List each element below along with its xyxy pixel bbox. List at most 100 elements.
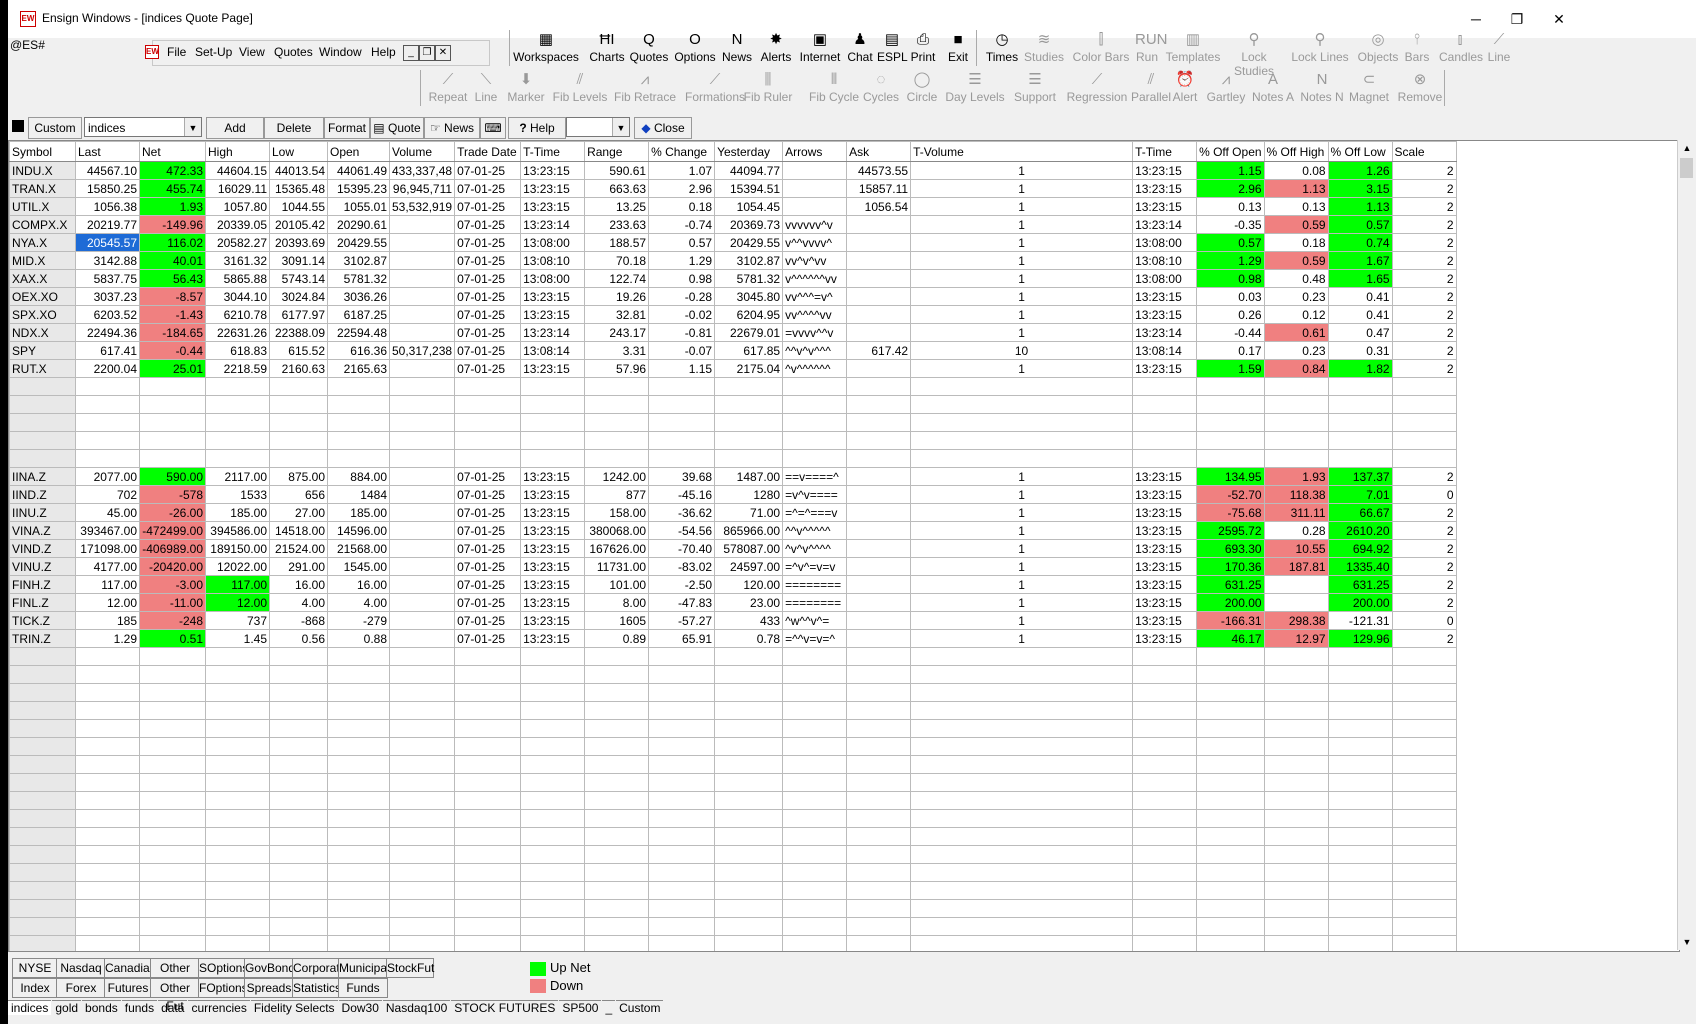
sheet-tab-currencies[interactable]: currencies	[188, 1000, 250, 1015]
table-cell[interactable]	[75, 773, 140, 792]
page-select[interactable]: indices ▼	[84, 117, 202, 137]
table-cell[interactable]	[1132, 827, 1198, 846]
table-row[interactable]	[9, 665, 1457, 684]
table-cell[interactable]: -279	[327, 611, 390, 630]
table-cell[interactable]	[1132, 449, 1198, 468]
symbol-cell[interactable]	[9, 431, 76, 450]
table-cell[interactable]	[520, 791, 586, 810]
table-cell[interactable]	[269, 449, 328, 468]
table-cell[interactable]: 12.00	[205, 593, 270, 612]
table-cell[interactable]	[1132, 665, 1198, 684]
table-cell[interactable]: 2	[1391, 359, 1457, 378]
table-cell[interactable]	[910, 665, 1134, 684]
table-row[interactable]: IIND.Z 702 -578 1533 656 1484 07-01-25 13:23:15…	[9, 485, 1457, 504]
table-cell[interactable]: 13:08:10	[520, 251, 586, 270]
table-cell[interactable]: 2	[1391, 521, 1457, 540]
table-row[interactable]	[9, 899, 1457, 918]
table-cell[interactable]	[139, 431, 206, 450]
table-cell[interactable]: 137.37	[1327, 467, 1393, 486]
table-cell[interactable]	[1196, 917, 1265, 936]
table-cell[interactable]	[75, 863, 140, 882]
table-cell[interactable]	[1132, 647, 1198, 666]
draw-fib-cycle-button[interactable]: ⫴ Fib Cycle	[806, 70, 862, 104]
table-cell[interactable]: 14596.00	[327, 521, 390, 540]
tab-spreads[interactable]: Spreads	[244, 978, 294, 998]
table-cell[interactable]: 32.81	[584, 305, 650, 324]
table-cell[interactable]: 694.92	[1327, 539, 1393, 558]
table-cell[interactable]: 875.00	[269, 467, 328, 486]
table-row[interactable]	[9, 449, 1457, 468]
table-cell[interactable]	[139, 809, 206, 828]
delete-row-button[interactable]: Delete Row	[264, 117, 324, 155]
table-cell[interactable]: -166.31	[1196, 611, 1265, 630]
mdi-restore-icon[interactable]: ❐	[419, 45, 435, 61]
tab-canadian[interactable]: Canadian	[104, 958, 156, 978]
table-row[interactable]: FINH.Z 117.00 -3.00 117.00 16.00 16.00 07-01-2…	[9, 575, 1457, 594]
table-cell[interactable]	[846, 665, 912, 684]
table-cell[interactable]	[1263, 845, 1329, 864]
table-cell[interactable]: 0.13	[1263, 197, 1329, 216]
symbol-cell[interactable]: NYA.X	[9, 233, 76, 252]
table-cell[interactable]	[388, 791, 456, 810]
table-cell[interactable]	[388, 359, 456, 378]
table-cell[interactable]: 2	[1391, 557, 1457, 576]
table-cell[interactable]	[846, 899, 912, 918]
table-cell[interactable]	[584, 881, 650, 900]
table-cell[interactable]	[454, 665, 522, 684]
table-cell[interactable]: 1	[910, 521, 1134, 540]
table-row[interactable]: TICK.Z 185 -248 737 -868 -279 07-01-25 13:23:15…	[9, 611, 1457, 630]
table-cell[interactable]: 46.17	[1196, 629, 1265, 648]
table-cell[interactable]	[388, 899, 456, 918]
table-cell[interactable]: 101.00	[584, 575, 650, 594]
table-cell[interactable]: 15850.25	[75, 179, 140, 198]
table-cell[interactable]: 1	[910, 539, 1134, 558]
table-cell[interactable]	[1263, 701, 1329, 720]
draw-notes-a-button[interactable]: A Notes A	[1250, 70, 1296, 104]
table-cell[interactable]: 1280	[714, 485, 784, 504]
menu-setup[interactable]: Set-Up	[195, 45, 232, 59]
table-cell[interactable]	[269, 701, 328, 720]
column-header--off-high[interactable]: % Off High	[1263, 141, 1329, 162]
table-cell[interactable]: 5865.88	[205, 269, 270, 288]
table-cell[interactable]	[648, 395, 716, 414]
table-cell[interactable]	[1132, 431, 1198, 450]
table-cell[interactable]: 118.38	[1263, 485, 1329, 504]
table-cell[interactable]: 1.93	[1263, 467, 1329, 486]
table-cell[interactable]: -0.44	[1196, 323, 1265, 342]
table-cell[interactable]	[1196, 755, 1265, 774]
table-cell[interactable]: 39.68	[648, 467, 716, 486]
table-cell[interactable]	[388, 827, 456, 846]
table-cell[interactable]: 1.26	[1327, 161, 1393, 180]
table-cell[interactable]	[1327, 773, 1393, 792]
table-cell[interactable]: 1	[910, 485, 1134, 504]
table-row[interactable]	[9, 755, 1457, 774]
table-cell[interactable]	[205, 701, 270, 720]
tab-funds[interactable]: Funds	[338, 978, 388, 998]
table-cell[interactable]: 1044.55	[269, 197, 328, 216]
table-cell[interactable]	[520, 863, 586, 882]
table-cell[interactable]	[269, 845, 328, 864]
table-cell[interactable]	[269, 773, 328, 792]
table-cell[interactable]	[75, 917, 140, 936]
symbol-cell[interactable]: INDU.X	[9, 161, 76, 180]
table-cell[interactable]	[714, 863, 784, 882]
table-cell[interactable]: 1056.38	[75, 197, 140, 216]
table-row[interactable]: RUT.X 2200.04 25.01 2218.59 2160.63 2165.63 07…	[9, 359, 1457, 378]
table-cell[interactable]	[139, 449, 206, 468]
table-cell[interactable]: 15395.23	[327, 179, 390, 198]
table-cell[interactable]	[139, 395, 206, 414]
table-cell[interactable]	[205, 395, 270, 414]
table-cell[interactable]: 4.00	[269, 593, 328, 612]
table-cell[interactable]: 44604.15	[205, 161, 270, 180]
table-cell[interactable]: -36.62	[648, 503, 716, 522]
column-header-arrows[interactable]: Arrows	[782, 141, 848, 162]
table-cell[interactable]	[75, 809, 140, 828]
sheet-tab-funds[interactable]: funds	[121, 1000, 158, 1015]
table-row[interactable]	[9, 827, 1457, 846]
toolbar-print-button[interactable]: ⎙ Print	[906, 30, 940, 64]
table-cell[interactable]: 0.57	[648, 233, 716, 252]
news-button[interactable]: ☞ News	[424, 117, 480, 139]
tab-nyse[interactable]: NYSE	[12, 958, 58, 978]
table-cell[interactable]: 13:23:15	[520, 359, 586, 378]
table-cell[interactable]	[1196, 683, 1265, 702]
